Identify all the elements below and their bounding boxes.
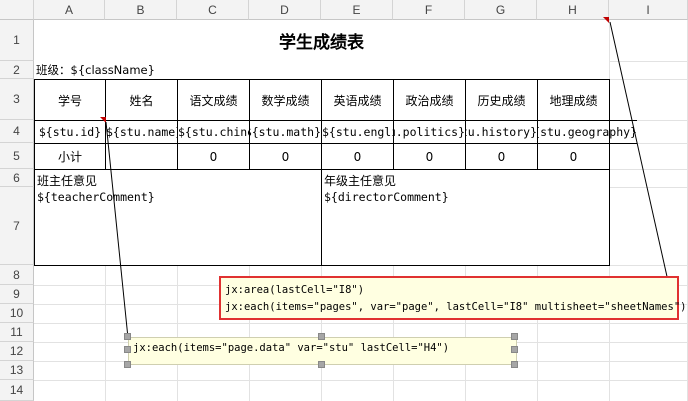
resize-handle[interactable] (124, 333, 131, 340)
jx-each-pages-line: jx:each(items="pages", var="page", lastC… (225, 301, 687, 313)
resize-handle[interactable] (318, 333, 325, 340)
resize-handle[interactable] (318, 361, 325, 368)
jx-each-data-line: jx:each(items="page.data" var="stu" last… (133, 342, 450, 354)
resize-handle[interactable] (124, 361, 131, 368)
resize-handle[interactable] (124, 346, 131, 353)
resize-handle[interactable] (511, 361, 518, 368)
jx-area-comment[interactable]: jx:area(lastCell="I8") jx:each(items="pa… (219, 276, 687, 320)
resize-handle[interactable] (511, 333, 518, 340)
jx-area-line: jx:area(lastCell="I8") (225, 284, 365, 296)
resize-handle[interactable] (511, 346, 518, 353)
